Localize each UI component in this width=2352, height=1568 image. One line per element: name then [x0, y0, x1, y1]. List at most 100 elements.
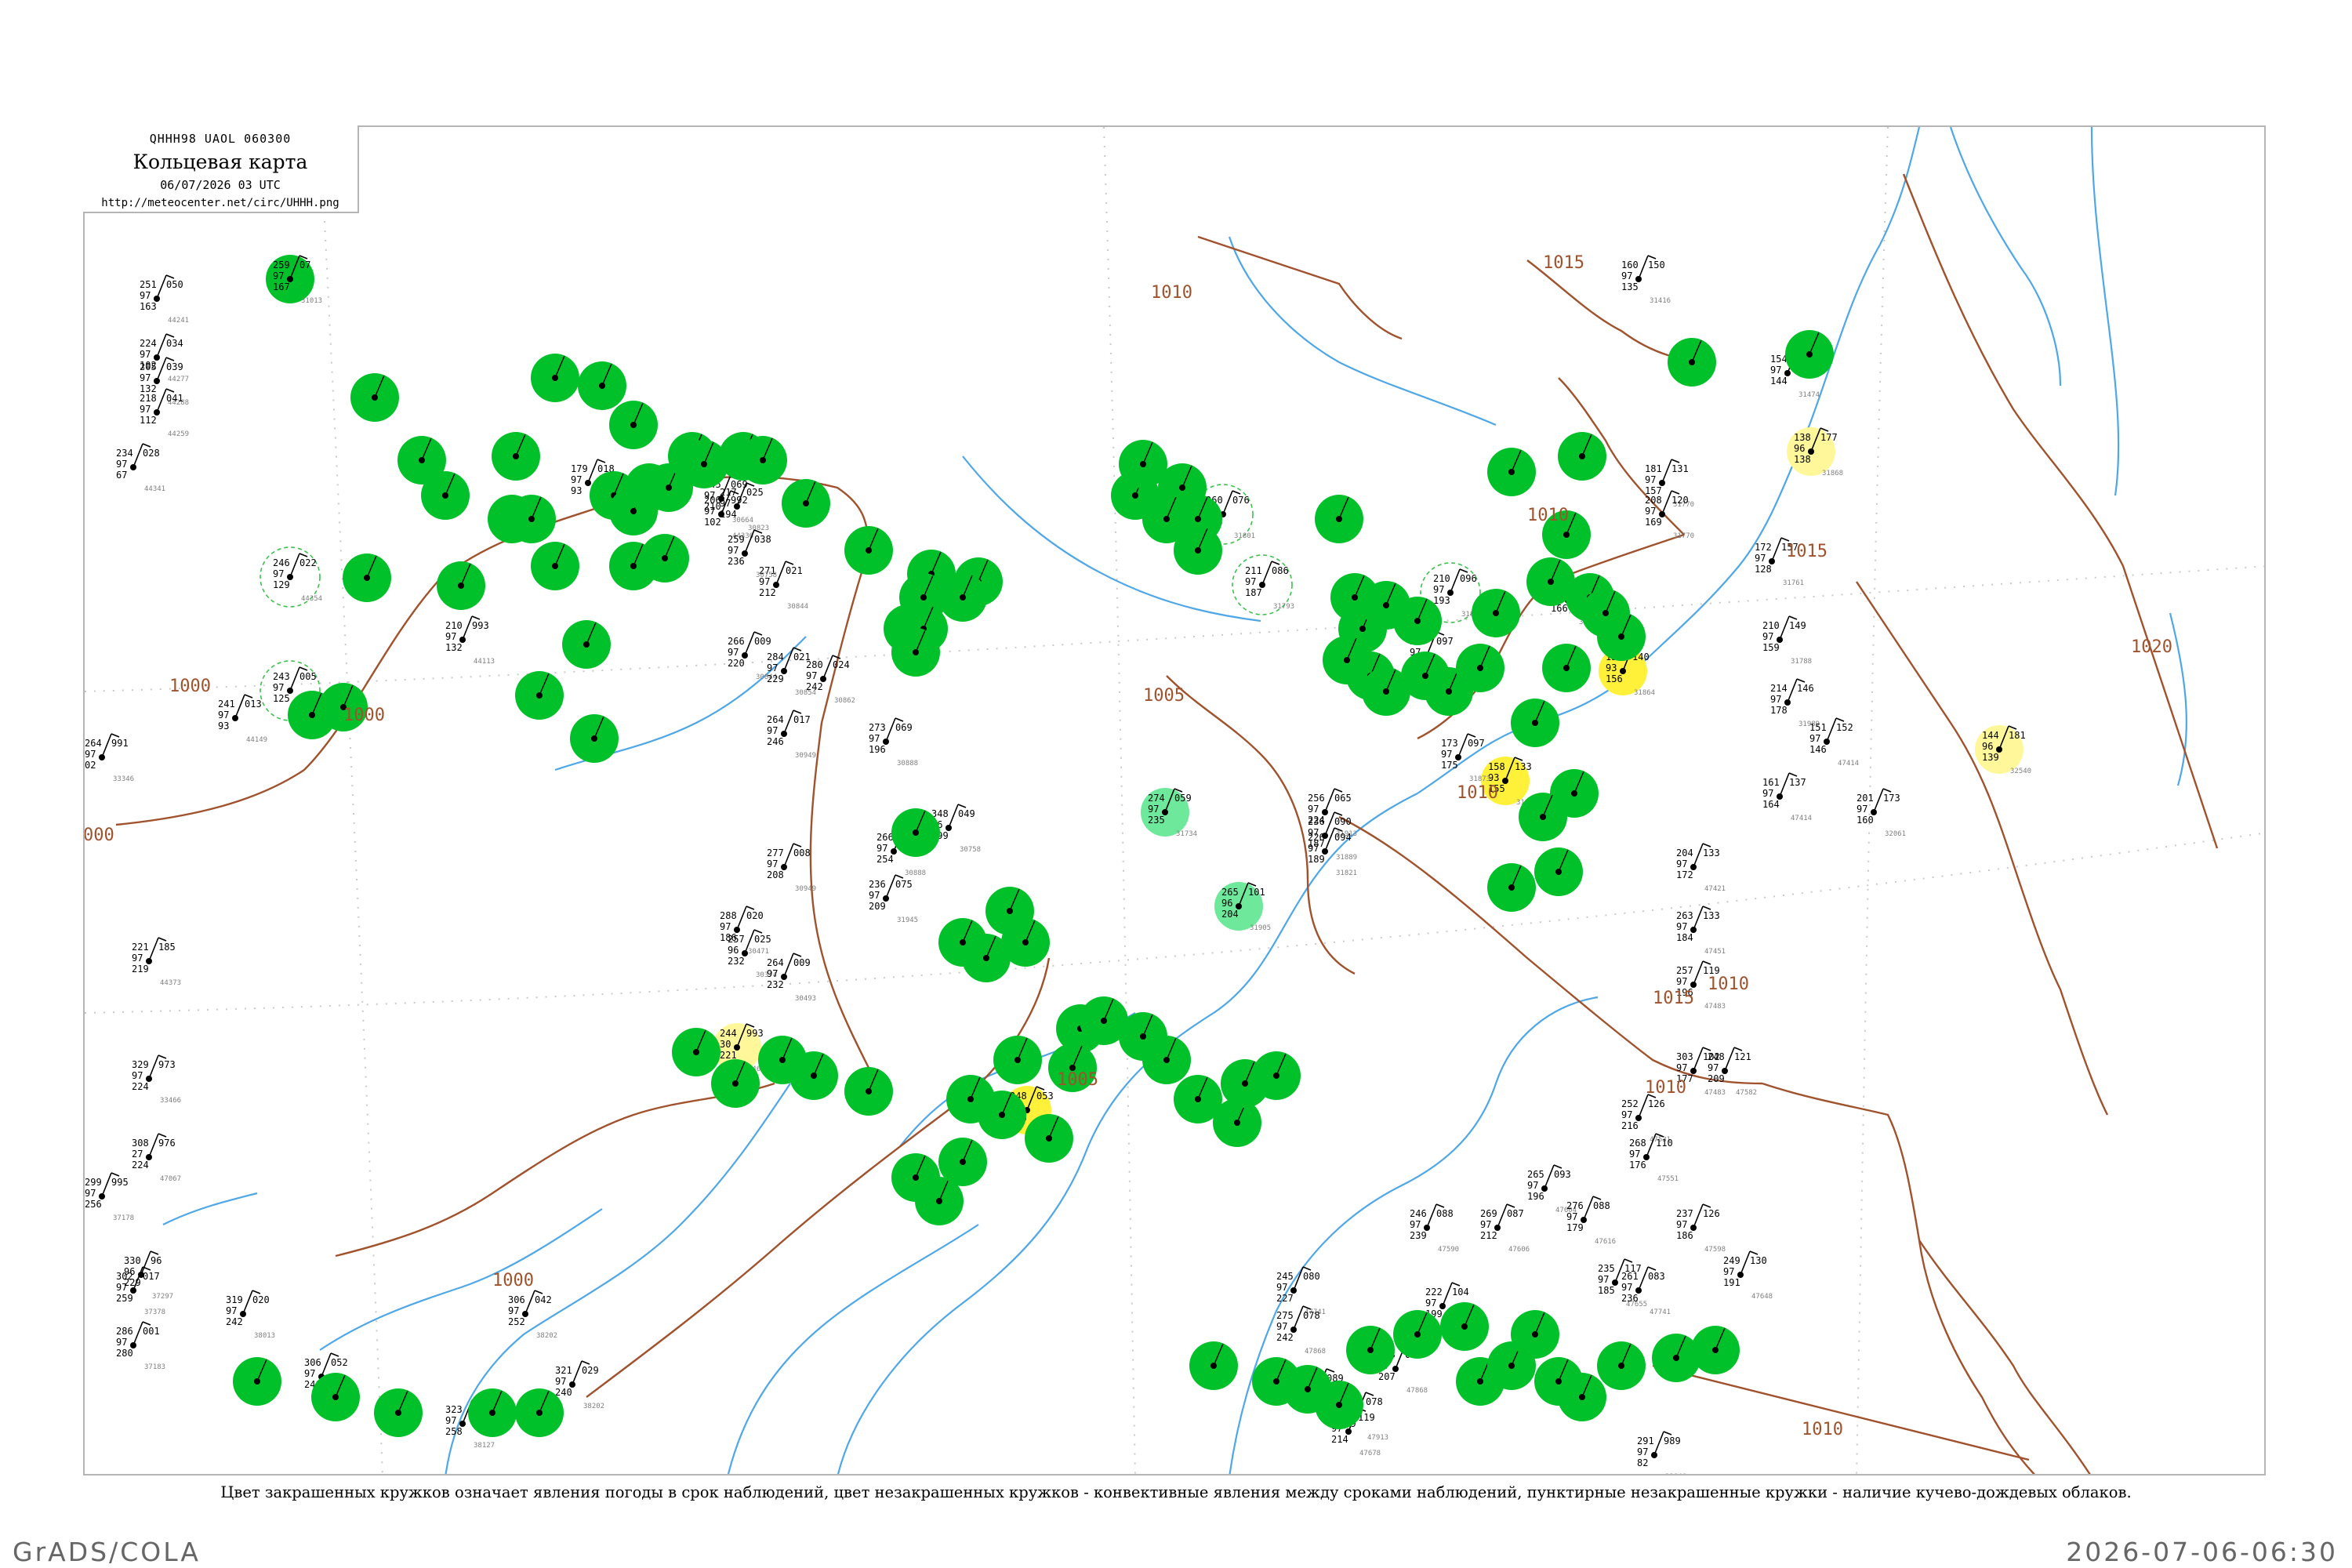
station-code: 049: [958, 808, 975, 819]
station-plot: 138 177 96138 31868: [1787, 427, 1843, 477]
station-temp: 97: [1676, 1219, 1687, 1230]
wind-barb-feather: [158, 1054, 167, 1059]
station-code: 025: [754, 934, 771, 945]
station-code: 989: [1664, 1436, 1681, 1446]
precip-marker: [844, 1067, 893, 1116]
station-index: 47598: [1704, 1246, 1726, 1254]
station-code: 076: [1232, 495, 1250, 506]
wind-barb-feather: [1702, 843, 1711, 848]
wind-barb: [242, 1290, 253, 1315]
station-index: 47616: [1595, 1238, 1616, 1246]
station-pressure: 264: [85, 738, 102, 749]
station-index: 30664: [732, 517, 753, 524]
station-index: 30949: [795, 885, 816, 893]
station-temp: 97: [1762, 788, 1773, 799]
wind-barb-feather: [142, 443, 151, 448]
station-dew: 189: [1308, 854, 1325, 865]
precip-marker: [233, 1357, 281, 1406]
precip-marker: [1252, 1051, 1301, 1100]
station-index: 31873: [1469, 775, 1490, 783]
isobar-value: 1005: [1143, 686, 1185, 706]
station-code: 086: [1272, 565, 1289, 576]
precip-marker: [1174, 526, 1222, 575]
station-dew: 236: [728, 556, 745, 567]
station-code: 177: [1820, 432, 1838, 443]
station-plot: 273 069 97196 30888: [869, 717, 918, 768]
station-dew: 187: [1245, 587, 1262, 598]
station-code: 130: [1750, 1255, 1767, 1266]
station-index: 31889: [1336, 854, 1357, 862]
station-code: 065: [1334, 793, 1352, 804]
station-temp: 96: [728, 945, 739, 956]
wind-barb-feather: [746, 906, 755, 910]
station-pressure: 276: [1566, 1200, 1584, 1211]
station-plot: 275 078 97242 47868: [1276, 1305, 1326, 1356]
station-index: 47868: [1305, 1348, 1326, 1356]
station-plot: 274 059 97235 31734: [1141, 788, 1197, 838]
station-code: 078: [1303, 1310, 1320, 1321]
station-index: 31761: [1783, 579, 1804, 587]
station-temp: 97: [1676, 1062, 1687, 1073]
wind-barb-feather: [1882, 788, 1892, 793]
station-dew: 220: [728, 658, 745, 669]
station-index: 47868: [1406, 1387, 1428, 1395]
precip-marker: [891, 808, 940, 857]
station-plot: 276 088 97179 47616: [1566, 1196, 1616, 1246]
wind-barb: [1826, 717, 1837, 742]
station-temp: 97: [1433, 584, 1444, 595]
station-code: 005: [299, 671, 317, 682]
bulletin-code: QHHH98 UAOL 060300: [149, 132, 292, 146]
station-dew: 93: [218, 720, 229, 731]
synoptic-map: 259 07 97 167 31013 251 050 97 163 44241 224 034 97 1…: [83, 125, 2266, 1475]
station-index: 32540: [2010, 768, 2031, 775]
station-code: 020: [746, 910, 764, 921]
station-index: 31013: [301, 297, 322, 305]
station-temp: 97: [555, 1376, 566, 1387]
station-pressure: 222: [1425, 1287, 1443, 1298]
station-pressure: 243: [273, 671, 290, 682]
station-dew: 167: [273, 281, 290, 292]
station-index: 47606: [1508, 1246, 1530, 1254]
station-code: 088: [1593, 1200, 1610, 1211]
station-pressure: 181: [1645, 463, 1662, 474]
station-code: 069: [731, 479, 748, 490]
station-code: 097: [1468, 738, 1485, 749]
wind-barb-feather: [1624, 1258, 1633, 1263]
station-pressure: 236: [869, 879, 886, 890]
station-pressure: 265: [1221, 887, 1239, 898]
station-pressure: 299: [85, 1177, 102, 1188]
wind-barb: [948, 804, 959, 829]
station-temp: 97: [273, 568, 284, 579]
station-temp: 97: [806, 670, 817, 681]
station-code: 991: [111, 738, 129, 749]
station-code: 080: [1303, 1271, 1320, 1282]
station-pressure: 269: [1480, 1208, 1497, 1219]
station-pressure: 154: [1770, 354, 1788, 365]
wind-barb: [744, 631, 755, 656]
station-pressure: 201: [1857, 793, 1874, 804]
station-temp: 97: [1276, 1321, 1287, 1332]
wind-barb-feather: [1436, 1203, 1445, 1208]
wind-barb: [1450, 568, 1461, 593]
wind-barb: [1293, 1305, 1304, 1330]
wind-barb-feather: [299, 666, 308, 671]
precip-marker: [1393, 1310, 1442, 1359]
station-temp: 97: [1645, 506, 1656, 517]
station-dew: 191: [1723, 1277, 1740, 1288]
precip-marker: [1025, 1114, 1073, 1163]
wind-barb-feather: [1232, 490, 1241, 495]
station-code: 149: [1789, 620, 1806, 631]
isobar-value: 1000: [492, 1271, 534, 1290]
station-dew: 254: [877, 854, 894, 865]
station-index: 31905: [1250, 924, 1271, 932]
station-index: 33466: [160, 1097, 181, 1105]
station-code: 022: [299, 557, 317, 568]
station-temp: 97: [1598, 1274, 1609, 1285]
station-pressure: 257: [1676, 965, 1693, 976]
precip-marker: [515, 671, 564, 720]
station-index: 44373: [160, 979, 181, 987]
wind-barb-feather: [1788, 615, 1798, 620]
station-index: 44113: [474, 658, 495, 666]
station-temp: 97: [273, 270, 284, 281]
station-dew: 129: [273, 579, 290, 590]
